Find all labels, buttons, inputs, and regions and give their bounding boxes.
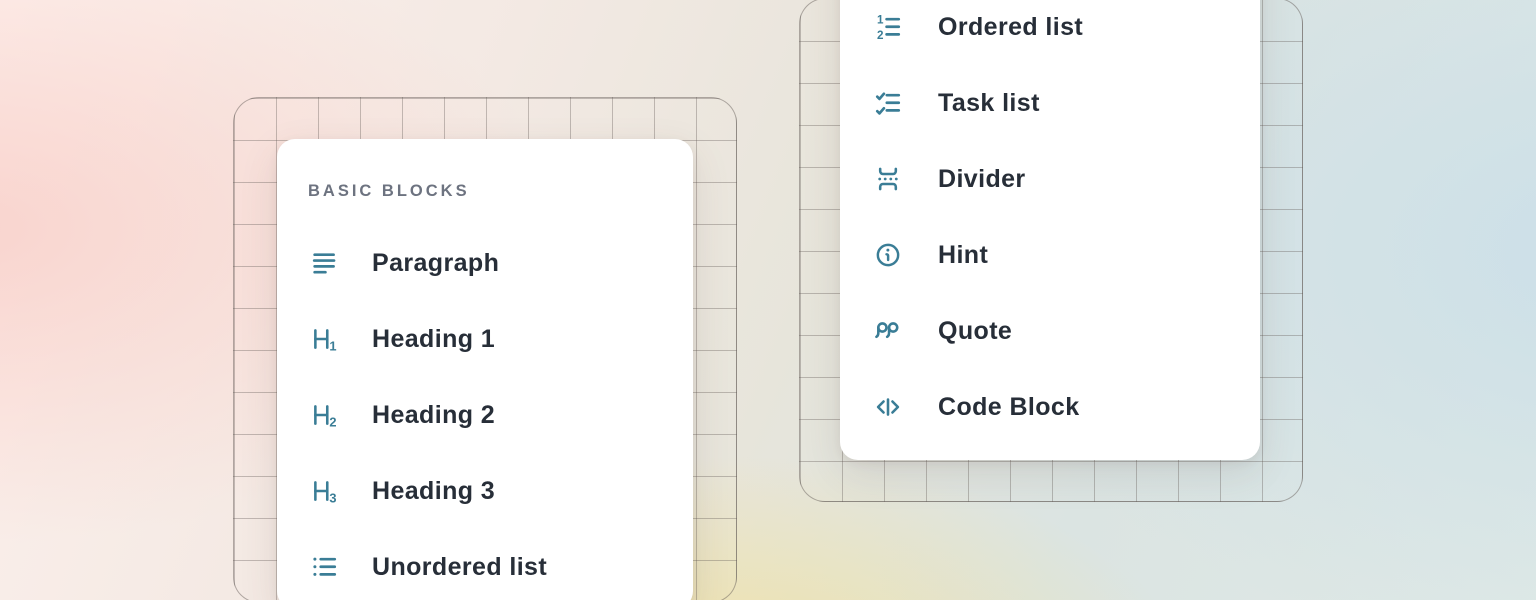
- menu-item[interactable]: Paragraph: [277, 225, 693, 301]
- heading-3-icon: 3: [310, 477, 338, 505]
- menu-item-label: Divider: [938, 165, 1026, 194]
- hint-icon: [874, 241, 902, 269]
- menu-item-label: Heading 3: [372, 477, 495, 506]
- menu-item-label: Heading 1: [372, 325, 495, 354]
- menu-item-label: Hint: [938, 241, 988, 270]
- svg-text:1: 1: [877, 14, 884, 27]
- menu-item[interactable]: Code Block: [840, 369, 1260, 445]
- svg-text:2: 2: [329, 415, 336, 429]
- task-list-icon: [874, 89, 902, 117]
- quote-icon: [874, 317, 902, 345]
- more-blocks-item-list: 12 Ordered list Task list Divider Hint: [840, 0, 1260, 445]
- svg-text:3: 3: [329, 491, 336, 505]
- divider-icon: [874, 165, 902, 193]
- paragraph-icon: [310, 249, 338, 277]
- menu-item[interactable]: Divider: [840, 141, 1260, 217]
- code-block-icon: [874, 393, 902, 421]
- menu-item[interactable]: 2 Heading 2: [277, 377, 693, 453]
- menu-item-label: Ordered list: [938, 13, 1083, 42]
- svg-text:1: 1: [329, 339, 336, 353]
- menu-item[interactable]: 3 Heading 3: [277, 453, 693, 529]
- ordered-list-icon: 12: [874, 13, 902, 41]
- menu-item-label: Quote: [938, 317, 1012, 346]
- section-label-basic-blocks: BASIC BLOCKS: [277, 179, 693, 203]
- menu-item[interactable]: 1 Heading 1: [277, 301, 693, 377]
- heading-2-icon: 2: [310, 401, 338, 429]
- menu-item[interactable]: Unordered list: [277, 529, 693, 600]
- menu-item[interactable]: Task list: [840, 65, 1260, 141]
- menu-item-label: Unordered list: [372, 553, 547, 582]
- menu-item-label: Code Block: [938, 393, 1080, 422]
- basic-blocks-item-list: Paragraph 1 Heading 1 2 Heading 2 3 Head…: [277, 225, 693, 600]
- basic-blocks-menu: BASIC BLOCKS Paragraph 1 Heading 1 2 Hea…: [277, 139, 693, 600]
- menu-item-label: Paragraph: [372, 249, 499, 278]
- menu-item-label: Heading 2: [372, 401, 495, 430]
- editor-blocks-illustration: BASIC BLOCKS Paragraph 1 Heading 1 2 Hea…: [0, 0, 1536, 600]
- menu-item[interactable]: Hint: [840, 217, 1260, 293]
- menu-item[interactable]: Quote: [840, 293, 1260, 369]
- more-blocks-menu: 12 Ordered list Task list Divider Hint: [840, 0, 1260, 460]
- unordered-list-icon: [310, 553, 338, 581]
- menu-item[interactable]: 12 Ordered list: [840, 0, 1260, 65]
- menu-item-label: Task list: [938, 89, 1040, 118]
- svg-text:2: 2: [877, 29, 884, 41]
- heading-1-icon: 1: [310, 325, 338, 353]
